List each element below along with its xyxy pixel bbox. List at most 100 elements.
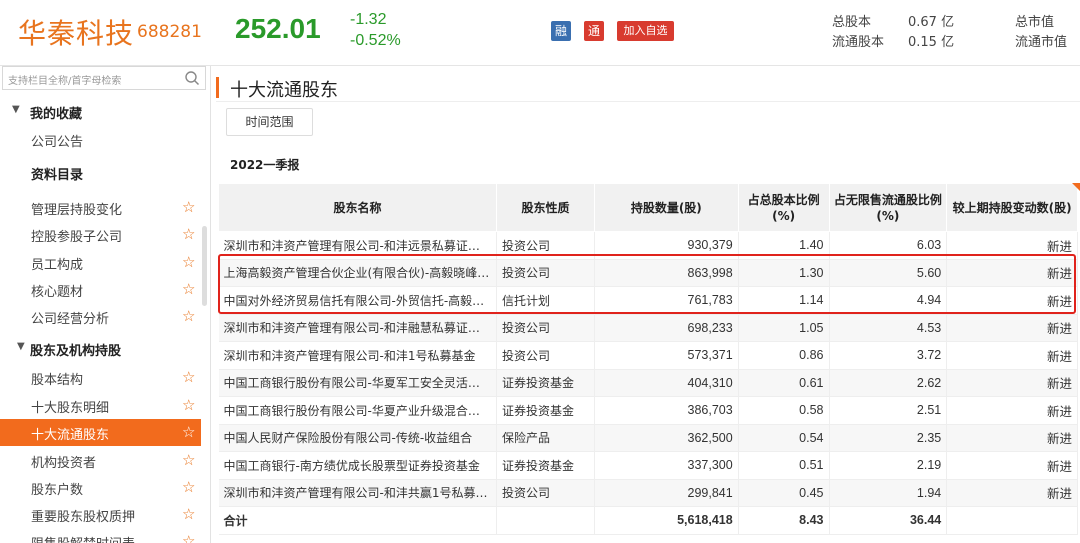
cell-float-ratio: 2.62 <box>829 369 948 397</box>
stock-name: 华秦科技 <box>18 17 135 50</box>
sidebar-scrollbar[interactable] <box>202 226 207 306</box>
search-icon[interactable] <box>184 70 200 86</box>
search-input[interactable]: 支持栏目全称/首字母检索 <box>8 72 121 87</box>
sidebar-item-top10-holders[interactable]: 十大股东明细 ☆ <box>0 392 201 419</box>
cell-float-ratio: 6.03 <box>829 231 948 260</box>
star-icon[interactable]: ☆ <box>182 280 195 298</box>
cell-change <box>946 506 1078 535</box>
change-absolute: -1.32 <box>350 11 387 28</box>
sidebar-item-pledge[interactable]: 重要股东股权质押 ☆ <box>0 501 201 528</box>
sidebar-item-holder-count[interactable]: 股东户数 ☆ <box>0 474 201 501</box>
sidebar-group-label: 我的收藏 <box>30 107 83 122</box>
sidebar-item-institutions[interactable]: 机构投资者 ☆ <box>0 447 201 474</box>
star-icon[interactable]: ☆ <box>182 478 195 496</box>
star-icon[interactable]: ☆ <box>182 253 195 271</box>
sidebar-item-operations[interactable]: 公司经营分析 ☆ <box>0 303 201 330</box>
add-watchlist-button[interactable]: 加入自选 <box>617 21 674 41</box>
table-row: 深圳市和沣资产管理有限公司-和沣共赢1号私募证券投资基金投资公司299,8410… <box>218 479 1078 507</box>
cell-change: 新进 <box>946 341 1078 370</box>
star-icon[interactable]: ☆ <box>182 225 195 243</box>
cell-change: 新进 <box>946 451 1078 480</box>
cell-holder-type: 保险产品 <box>496 424 595 452</box>
star-icon[interactable]: ☆ <box>182 307 195 325</box>
caret-down-icon: ▼ <box>12 104 20 115</box>
sidebar-item-core-themes[interactable]: 核心题材 ☆ <box>0 276 201 303</box>
time-range-button[interactable]: 时间范围 <box>226 108 313 136</box>
star-icon[interactable]: ☆ <box>182 423 195 441</box>
col-header-holder-name[interactable]: 股东名称 <box>218 183 497 232</box>
cell-change: 新进 <box>946 314 1078 342</box>
cell-change: 新进 <box>946 396 1078 425</box>
star-icon[interactable]: ☆ <box>182 396 195 414</box>
table-row: 中国工商银行股份有限公司-华夏军工安全灵活配置混合型证券投资基金证券投资基金40… <box>218 369 1078 397</box>
cell-float-ratio: 2.19 <box>829 451 948 480</box>
cell-holder-type: 证券投资基金 <box>496 369 595 397</box>
table-row: 中国人民财产保险股份有限公司-传统-收益组合 保险产品 362,500 0.54 2.3… <box>218 424 1078 452</box>
cell-shares: 573,371 <box>594 341 739 370</box>
sidebar-group-shareholders[interactable]: ▼ 股东及机构持股 <box>0 335 201 362</box>
star-icon[interactable]: ☆ <box>182 532 195 543</box>
cell-holder-name: 中国工商银行股份有限公司-华夏军工安全灵活配置混合型证券投资基金 <box>218 369 497 397</box>
cell-total-ratio: 0.58 <box>738 396 830 425</box>
float-mcap-label: 流通市值 <box>1015 35 1068 50</box>
stock-header: 华秦科技 688281 252.01 -1.32 -0.52% 融 通 加入自选… <box>0 0 1080 66</box>
sidebar-item-employees[interactable]: 员工构成 ☆ <box>0 249 201 276</box>
sidebar-section-label: 资料目录 <box>31 168 84 183</box>
cell-total-ratio: 1.05 <box>738 314 830 342</box>
cell-holder-name: 深圳市和沣资产管理有限公司-和沣共赢1号私募证券投资基金 <box>218 479 497 507</box>
cell-shares: 404,310 <box>594 369 739 397</box>
star-icon[interactable]: ☆ <box>182 198 195 216</box>
sidebar-item-label: 十大流通股东 <box>31 428 110 443</box>
margin-badge[interactable]: 融 <box>551 21 571 41</box>
sidebar-item-lockup-schedule[interactable]: 限售股解禁时间表 ☆ <box>0 528 201 543</box>
sidebar-item-top10-float-holders[interactable]: 十大流通股东 ☆ <box>0 419 201 446</box>
price-change: -1.32 -0.52% <box>350 9 401 51</box>
sidebar-search[interactable]: 支持栏目全称/首字母检索 <box>2 66 206 90</box>
cell-holder-type: 信托计划 <box>496 286 595 315</box>
total-shares-value: 0.67 亿 <box>908 15 955 30</box>
col-header-holder-type[interactable]: 股东性质 <box>496 183 595 232</box>
cell-change: 新进 <box>946 424 1078 452</box>
col-header-total-ratio[interactable]: 占总股本比例(%) <box>737 183 830 232</box>
star-icon[interactable]: ☆ <box>182 368 195 386</box>
cell-change: 新进 <box>946 286 1078 315</box>
sidebar-group-favorites[interactable]: ▼ 我的收藏 <box>0 98 201 125</box>
sidebar-item-label: 公司公告 <box>31 135 84 150</box>
sidebar-item-subsidiaries[interactable]: 控股参股子公司 ☆ <box>0 221 201 248</box>
cell-holder-type: 投资公司 <box>496 259 595 287</box>
cell-holder-type: 投资公司 <box>496 341 595 370</box>
cell-holder-type: 投资公司 <box>496 479 595 507</box>
star-icon[interactable]: ☆ <box>182 451 195 469</box>
table-row: 中国工商银行股份有限公司-华夏产业升级混合型证券投资基金证券投资基金386,70… <box>218 396 1078 425</box>
cell-float-ratio: 2.51 <box>829 396 948 425</box>
cell-holder-type: 投资公司 <box>496 314 595 342</box>
table-header-row: 股东名称 股东性质 持股数量(股) 占总股本比例(%) 占无限售流通股比例(%)… <box>218 183 1078 232</box>
cell-total-ratio: 1.14 <box>738 286 830 315</box>
page-title: 十大流通股东 <box>230 80 338 101</box>
cell-holder-name: 中国工商银行股份有限公司-华夏产业升级混合型证券投资基金 <box>218 396 497 425</box>
cell-holder-name: 中国人民财产保险股份有限公司-传统-收益组合 <box>218 424 497 452</box>
star-icon[interactable]: ☆ <box>182 505 195 523</box>
table-row: 上海高毅资产管理合伙企业(有限合伙)-高毅晓峰鸿远集合资金信托计划投资公司863… <box>218 259 1078 287</box>
sidebar-item-company-notice[interactable]: 公司公告 <box>0 126 201 153</box>
sidebar-item-mgmt-holding[interactable]: 管理层持股变化 ☆ <box>0 194 201 221</box>
sidebar-item-share-structure[interactable]: 股本结构 ☆ <box>0 364 201 391</box>
cell-total-ratio: 0.54 <box>738 424 830 452</box>
cell-float-ratio: 1.94 <box>829 479 948 507</box>
main-panel: 十大流通股东 时间范围 2022一季报 股东名称 股东性质 持股数量(股) 占总… <box>216 66 1080 543</box>
connect-badge[interactable]: 通 <box>584 21 604 41</box>
sidebar-item-label: 管理层持股变化 <box>31 203 123 218</box>
cell-change: 新进 <box>946 259 1078 287</box>
float-shares-label: 流通股本 <box>832 35 885 50</box>
table-row: 深圳市和沣资产管理有限公司-和沣融慧私募证券投资基金投资公司698,2331.0… <box>218 314 1078 342</box>
col-header-change[interactable]: 较上期持股变动数(股) <box>946 183 1078 232</box>
col-header-shares[interactable]: 持股数量(股) <box>593 183 739 232</box>
col-header-float-ratio[interactable]: 占无限售流通股比例(%) <box>828 183 948 232</box>
sidebar-item-label: 重要股东股权质押 <box>31 510 136 525</box>
col-header-text: 较上期持股变动数(股) <box>952 200 1072 215</box>
cell-total-ratio: 1.40 <box>738 231 830 260</box>
cell-change: 新进 <box>946 231 1078 260</box>
cell-shares: 362,500 <box>594 424 739 452</box>
sidebar-item-label: 核心题材 <box>31 285 84 300</box>
stock-code: 688281 <box>137 22 202 42</box>
